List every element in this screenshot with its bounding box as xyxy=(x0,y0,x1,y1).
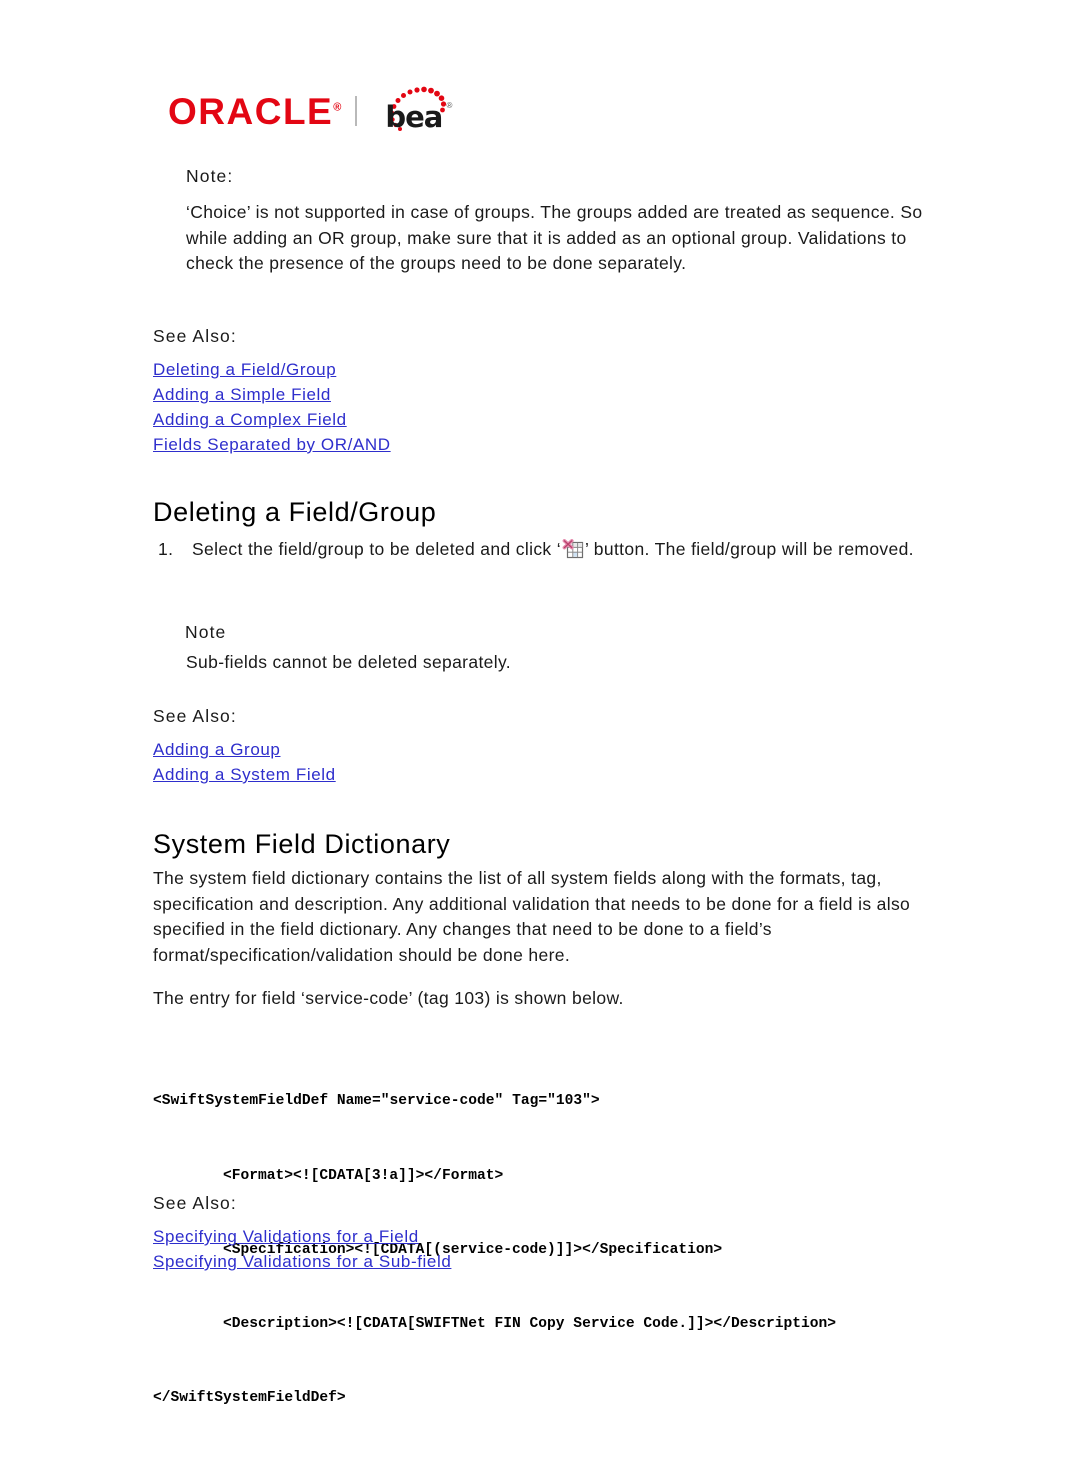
link-specifying-validations-for-a-field[interactable]: Specifying Validations for a Field xyxy=(153,1224,451,1249)
step-text-before: Select the field/group to be deleted and… xyxy=(192,539,561,559)
note-paragraph-top: ‘Choice’ is not supported in case of gro… xyxy=(186,202,923,273)
see-also-label-2: See Also: xyxy=(153,706,237,726)
bea-registered-mark: ® xyxy=(446,101,453,110)
oracle-wordmark-text: ORACLE xyxy=(168,90,334,132)
link-specifying-validations-for-a-sub-field[interactable]: Specifying Validations for a Sub-field xyxy=(153,1249,451,1274)
dictionary-paragraph: The system field dictionary contains the… xyxy=(153,868,911,965)
see-also-links-3: Specifying Validations for a Field Speci… xyxy=(153,1224,451,1274)
link-adding-a-complex-field[interactable]: Adding a Complex Field xyxy=(153,407,391,432)
oracle-bea-logo: ORACLE® bea ® xyxy=(168,82,453,140)
code-line-5: </SwiftSystemFieldDef> xyxy=(153,1389,346,1406)
list-item-number: 1. xyxy=(158,539,174,559)
step-text-after: ’ button. The field/group will be remove… xyxy=(584,539,914,559)
link-deleting-a-field-group[interactable]: Deleting a Field/Group xyxy=(153,357,391,382)
note-label-top: Note: xyxy=(186,166,234,186)
delete-grid-icon[interactable] xyxy=(562,539,584,560)
link-adding-a-group[interactable]: Adding a Group xyxy=(153,737,336,762)
logo-divider xyxy=(355,96,358,126)
link-adding-a-simple-field[interactable]: Adding a Simple Field xyxy=(153,382,391,407)
list-item-text: Select the field/group to be deleted and… xyxy=(192,536,920,562)
bea-logo: bea ® xyxy=(371,86,453,136)
see-also-links-2: Adding a Group Adding a System Field xyxy=(153,737,336,787)
code-line-1: <SwiftSystemFieldDef Name="service-code"… xyxy=(153,1093,600,1110)
oracle-registered-mark: ® xyxy=(333,101,342,114)
see-also-links-1: Deleting a Field/Group Adding a Simple F… xyxy=(153,357,391,457)
list-item-step-1: 1. Select the field/group to be deleted … xyxy=(158,536,928,562)
note-text-inner: Sub-fields cannot be deleted separately. xyxy=(186,652,511,672)
heading-system-field-dictionary: System Field Dictionary xyxy=(153,829,451,860)
link-fields-separated-by-or-and[interactable]: Fields Separated by OR/AND xyxy=(153,432,391,457)
dictionary-entry-intro: The entry for field ‘service-code’ (tag … xyxy=(153,988,624,1008)
bea-wordmark-text: bea xyxy=(385,100,443,134)
oracle-wordmark: ORACLE® xyxy=(168,93,343,130)
heading-deleting-a-field-group: Deleting a Field/Group xyxy=(153,497,437,528)
code-line-2: <Format><![CDATA[3!a]]></Format> xyxy=(223,1167,504,1184)
code-line-4: <Description><![CDATA[SWIFTNet FIN Copy … xyxy=(223,1315,837,1332)
see-also-label-3: See Also: xyxy=(153,1193,237,1213)
see-also-label-1: See Also: xyxy=(153,326,237,346)
note-label-inner: Note xyxy=(185,622,227,642)
document-page: ORACLE® bea ® Note: ‘Choice’ is not supp… xyxy=(0,0,1080,1406)
link-adding-a-system-field[interactable]: Adding a System Field xyxy=(153,762,336,787)
